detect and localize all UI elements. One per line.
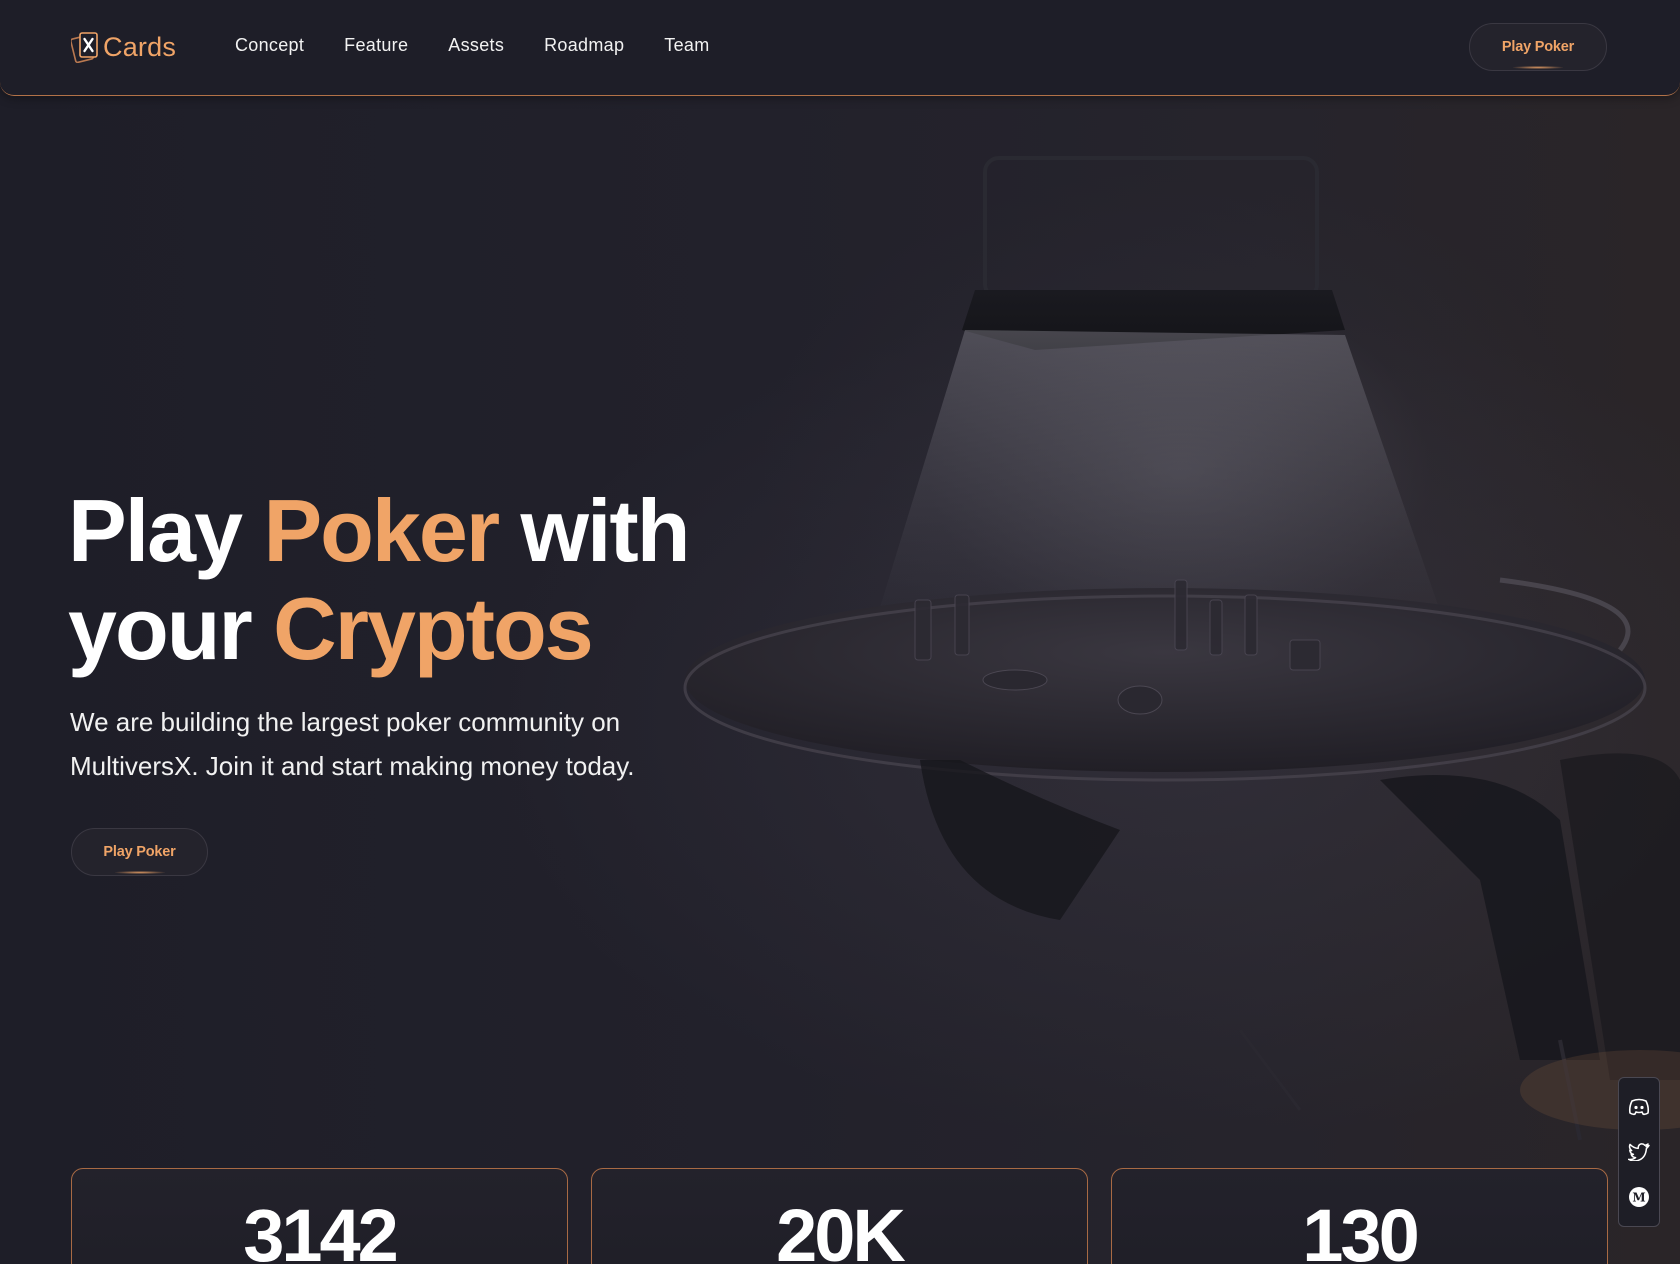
medium-icon[interactable]: M bbox=[1627, 1185, 1651, 1209]
header-play-poker-button[interactable]: Play Poker bbox=[1469, 23, 1607, 71]
svg-text:M: M bbox=[1632, 1191, 1645, 1205]
stat-value: 3142 bbox=[243, 1194, 399, 1264]
hero-title-part: Play bbox=[68, 481, 264, 580]
nav-item-team[interactable]: Team bbox=[664, 35, 709, 56]
hero-title: Play Poker with your Cryptos bbox=[68, 481, 691, 678]
nav-item-assets[interactable]: Assets bbox=[448, 35, 504, 56]
hero-play-poker-button[interactable]: Play Poker bbox=[71, 828, 208, 876]
nav-item-roadmap[interactable]: Roadmap bbox=[544, 35, 624, 56]
social-links-bar: M bbox=[1618, 1077, 1660, 1227]
nav-item-concept[interactable]: Concept bbox=[235, 35, 304, 56]
page: Cards Concept Feature Assets Roadmap Tea… bbox=[0, 0, 1680, 1264]
hero-title-highlight: Poker bbox=[263, 481, 500, 580]
discord-icon[interactable] bbox=[1627, 1095, 1651, 1119]
stat-card: 20K bbox=[591, 1168, 1088, 1264]
stat-value: 20K bbox=[776, 1194, 906, 1264]
hero-subtitle: We are building the largest poker commun… bbox=[70, 707, 635, 781]
brand-logo[interactable]: Cards bbox=[71, 30, 176, 64]
hero-title-part: with bbox=[498, 481, 691, 580]
top-navbar: Cards Concept Feature Assets Roadmap Tea… bbox=[0, 0, 1680, 96]
brand-name: Cards bbox=[103, 31, 177, 62]
stat-value: 130 bbox=[1302, 1194, 1419, 1264]
twitter-icon[interactable] bbox=[1627, 1140, 1651, 1164]
main-nav: Concept Feature Assets Roadmap Team bbox=[235, 35, 750, 56]
stat-card: 130 bbox=[1111, 1168, 1608, 1264]
hero-title-highlight: Cryptos bbox=[273, 579, 593, 678]
x-card-icon bbox=[71, 32, 98, 63]
nav-item-feature[interactable]: Feature bbox=[344, 35, 408, 56]
stat-card: 3142 bbox=[71, 1168, 568, 1264]
hero-title-part: your bbox=[68, 579, 274, 678]
